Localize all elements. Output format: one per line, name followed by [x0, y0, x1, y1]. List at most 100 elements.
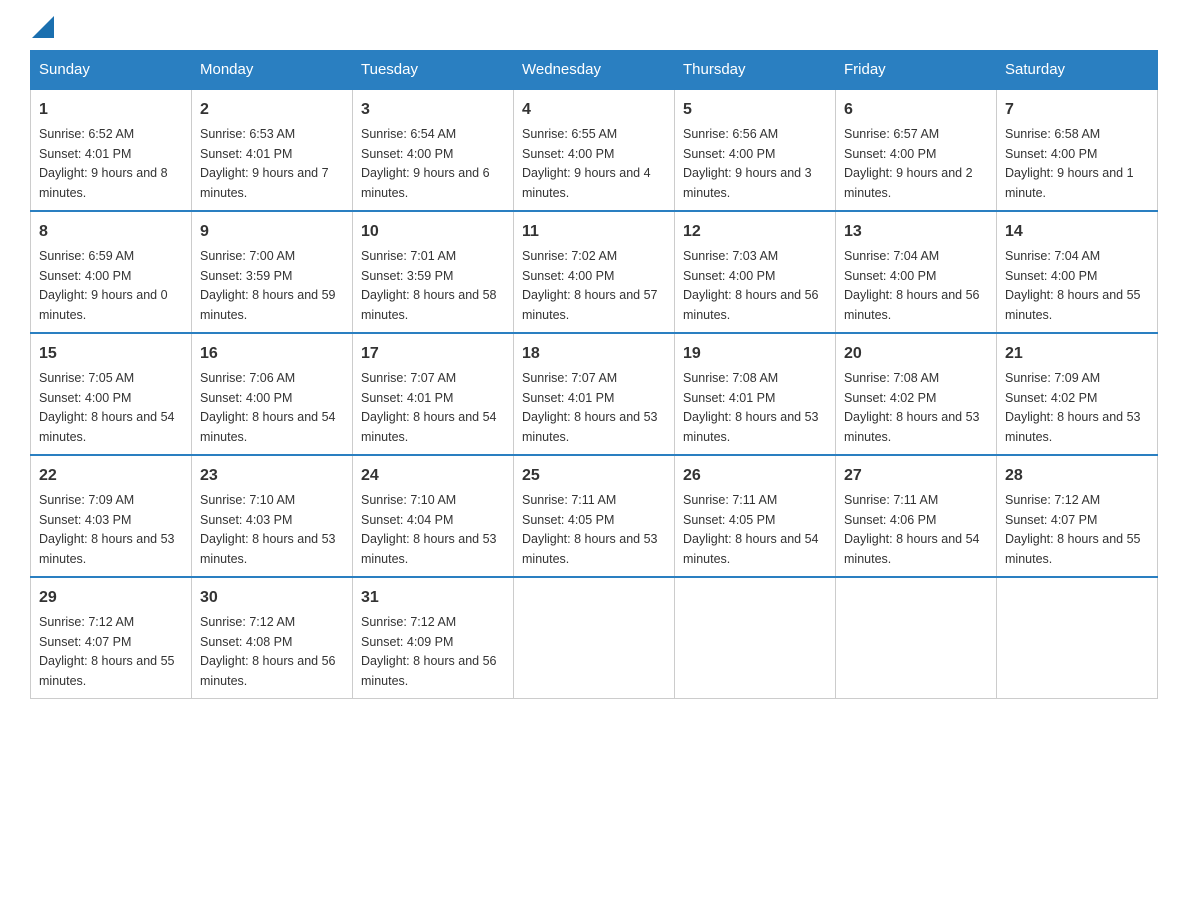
- week-row-4: 22 Sunrise: 7:09 AMSunset: 4:03 PMDayligh…: [31, 455, 1158, 577]
- day-cell-15: 15 Sunrise: 7:05 AMSunset: 4:00 PMDayligh…: [31, 333, 192, 455]
- day-cell-31: 31Sunrise: 7:12 AMSunset: 4:09 PMDayligh…: [353, 577, 514, 699]
- day-number: 28: [1005, 464, 1149, 488]
- day-number: 17: [361, 342, 505, 366]
- day-cell-6: 6Sunrise: 6:57 AMSunset: 4:00 PMDaylight…: [836, 89, 997, 211]
- day-number: 21: [1005, 342, 1149, 366]
- day-info: Sunrise: 6:58 AMSunset: 4:00 PMDaylight:…: [1005, 127, 1134, 200]
- day-number: 8: [39, 220, 183, 244]
- day-cell-24: 24 Sunrise: 7:10 AMSunset: 4:04 PMDayligh…: [353, 455, 514, 577]
- day-cell-11: 11 Sunrise: 7:02 AMSunset: 4:00 PMDayligh…: [514, 211, 675, 333]
- day-cell-25: 25 Sunrise: 7:11 AMSunset: 4:05 PMDayligh…: [514, 455, 675, 577]
- day-number: 23: [200, 464, 344, 488]
- day-number: 26: [683, 464, 827, 488]
- page-header: [30, 20, 1158, 30]
- day-number: 25: [522, 464, 666, 488]
- day-info: Sunrise: 7:04 AMSunset: 4:00 PMDaylight:…: [844, 249, 980, 322]
- day-number: 15: [39, 342, 183, 366]
- day-info: Sunrise: 7:10 AMSunset: 4:03 PMDaylight:…: [200, 493, 336, 566]
- day-cell-19: 19Sunrise: 7:08 AMSunset: 4:01 PMDayligh…: [675, 333, 836, 455]
- day-info: Sunrise: 7:11 AMSunset: 4:06 PMDaylight:…: [844, 493, 980, 566]
- week-row-5: 29Sunrise: 7:12 AMSunset: 4:07 PMDayligh…: [31, 577, 1158, 699]
- header-thursday: Thursday: [675, 51, 836, 90]
- day-number: 30: [200, 586, 344, 610]
- day-cell-10: 10Sunrise: 7:01 AMSunset: 3:59 PMDayligh…: [353, 211, 514, 333]
- week-row-3: 15 Sunrise: 7:05 AMSunset: 4:00 PMDayligh…: [31, 333, 1158, 455]
- day-number: 4: [522, 98, 666, 122]
- day-number: 14: [1005, 220, 1149, 244]
- calendar-header: SundayMondayTuesdayWednesdayThursdayFrid…: [31, 51, 1158, 90]
- day-cell-8: 8 Sunrise: 6:59 AMSunset: 4:00 PMDaylight…: [31, 211, 192, 333]
- day-info: Sunrise: 7:12 AMSunset: 4:09 PMDaylight:…: [361, 615, 497, 688]
- day-info: Sunrise: 7:08 AMSunset: 4:02 PMDaylight:…: [844, 371, 980, 444]
- header-tuesday: Tuesday: [353, 51, 514, 90]
- day-info: Sunrise: 6:52 AMSunset: 4:01 PMDaylight:…: [39, 127, 168, 200]
- day-info: Sunrise: 7:07 AMSunset: 4:01 PMDaylight:…: [522, 371, 658, 444]
- day-info: Sunrise: 7:10 AMSunset: 4:04 PMDaylight:…: [361, 493, 497, 566]
- day-cell-26: 26 Sunrise: 7:11 AMSunset: 4:05 PMDayligh…: [675, 455, 836, 577]
- day-number: 20: [844, 342, 988, 366]
- day-number: 1: [39, 98, 183, 122]
- logo-triangle-icon: [32, 16, 54, 38]
- logo: [30, 20, 54, 30]
- day-cell-13: 13Sunrise: 7:04 AMSunset: 4:00 PMDayligh…: [836, 211, 997, 333]
- day-cell-1: 1 Sunrise: 6:52 AMSunset: 4:01 PMDaylight…: [31, 89, 192, 211]
- calendar-table: SundayMondayTuesdayWednesdayThursdayFrid…: [30, 50, 1158, 699]
- day-info: Sunrise: 6:57 AMSunset: 4:00 PMDaylight:…: [844, 127, 973, 200]
- day-number: 2: [200, 98, 344, 122]
- day-number: 7: [1005, 98, 1149, 122]
- day-info: Sunrise: 7:05 AMSunset: 4:00 PMDaylight:…: [39, 371, 175, 444]
- day-info: Sunrise: 6:56 AMSunset: 4:00 PMDaylight:…: [683, 127, 812, 200]
- day-cell-17: 17Sunrise: 7:07 AMSunset: 4:01 PMDayligh…: [353, 333, 514, 455]
- day-cell-5: 5Sunrise: 6:56 AMSunset: 4:00 PMDaylight…: [675, 89, 836, 211]
- day-cell-30: 30 Sunrise: 7:12 AMSunset: 4:08 PMDayligh…: [192, 577, 353, 699]
- header-saturday: Saturday: [997, 51, 1158, 90]
- day-number: 3: [361, 98, 505, 122]
- day-number: 12: [683, 220, 827, 244]
- day-info: Sunrise: 6:54 AMSunset: 4:00 PMDaylight:…: [361, 127, 490, 200]
- day-cell-9: 9Sunrise: 7:00 AMSunset: 3:59 PMDaylight…: [192, 211, 353, 333]
- day-cell-14: 14Sunrise: 7:04 AMSunset: 4:00 PMDayligh…: [997, 211, 1158, 333]
- day-cell-7: 7 Sunrise: 6:58 AMSunset: 4:00 PMDaylight…: [997, 89, 1158, 211]
- day-cell-20: 20 Sunrise: 7:08 AMSunset: 4:02 PMDayligh…: [836, 333, 997, 455]
- day-info: Sunrise: 7:11 AMSunset: 4:05 PMDaylight:…: [683, 493, 819, 566]
- day-info: Sunrise: 7:03 AMSunset: 4:00 PMDaylight:…: [683, 249, 819, 322]
- empty-cell: [997, 577, 1158, 699]
- day-number: 27: [844, 464, 988, 488]
- day-cell-12: 12 Sunrise: 7:03 AMSunset: 4:00 PMDayligh…: [675, 211, 836, 333]
- day-number: 22: [39, 464, 183, 488]
- day-info: Sunrise: 7:09 AMSunset: 4:02 PMDaylight:…: [1005, 371, 1141, 444]
- day-cell-3: 3 Sunrise: 6:54 AMSunset: 4:00 PMDaylight…: [353, 89, 514, 211]
- day-cell-16: 16 Sunrise: 7:06 AMSunset: 4:00 PMDayligh…: [192, 333, 353, 455]
- day-info: Sunrise: 6:53 AMSunset: 4:01 PMDaylight:…: [200, 127, 329, 200]
- day-info: Sunrise: 7:06 AMSunset: 4:00 PMDaylight:…: [200, 371, 336, 444]
- day-number: 18: [522, 342, 666, 366]
- day-info: Sunrise: 7:11 AMSunset: 4:05 PMDaylight:…: [522, 493, 658, 566]
- header-monday: Monday: [192, 51, 353, 90]
- empty-cell: [836, 577, 997, 699]
- day-cell-18: 18 Sunrise: 7:07 AMSunset: 4:01 PMDayligh…: [514, 333, 675, 455]
- day-cell-2: 2 Sunrise: 6:53 AMSunset: 4:01 PMDaylight…: [192, 89, 353, 211]
- week-row-1: 1 Sunrise: 6:52 AMSunset: 4:01 PMDaylight…: [31, 89, 1158, 211]
- day-info: Sunrise: 6:59 AMSunset: 4:00 PMDaylight:…: [39, 249, 168, 322]
- day-info: Sunrise: 7:09 AMSunset: 4:03 PMDaylight:…: [39, 493, 175, 566]
- header-wednesday: Wednesday: [514, 51, 675, 90]
- calendar-body: 1 Sunrise: 6:52 AMSunset: 4:01 PMDaylight…: [31, 89, 1158, 699]
- day-cell-28: 28Sunrise: 7:12 AMSunset: 4:07 PMDayligh…: [997, 455, 1158, 577]
- day-number: 9: [200, 220, 344, 244]
- day-cell-29: 29Sunrise: 7:12 AMSunset: 4:07 PMDayligh…: [31, 577, 192, 699]
- empty-cell: [514, 577, 675, 699]
- day-info: Sunrise: 7:12 AMSunset: 4:07 PMDaylight:…: [39, 615, 175, 688]
- day-info: Sunrise: 7:02 AMSunset: 4:00 PMDaylight:…: [522, 249, 658, 322]
- header-sunday: Sunday: [31, 51, 192, 90]
- day-cell-4: 4 Sunrise: 6:55 AMSunset: 4:00 PMDaylight…: [514, 89, 675, 211]
- day-number: 16: [200, 342, 344, 366]
- day-number: 10: [361, 220, 505, 244]
- day-info: Sunrise: 7:08 AMSunset: 4:01 PMDaylight:…: [683, 371, 819, 444]
- day-number: 11: [522, 220, 666, 244]
- empty-cell: [675, 577, 836, 699]
- day-cell-21: 21 Sunrise: 7:09 AMSunset: 4:02 PMDayligh…: [997, 333, 1158, 455]
- day-number: 24: [361, 464, 505, 488]
- day-info: Sunrise: 7:12 AMSunset: 4:08 PMDaylight:…: [200, 615, 336, 688]
- day-cell-22: 22 Sunrise: 7:09 AMSunset: 4:03 PMDayligh…: [31, 455, 192, 577]
- day-info: Sunrise: 6:55 AMSunset: 4:00 PMDaylight:…: [522, 127, 651, 200]
